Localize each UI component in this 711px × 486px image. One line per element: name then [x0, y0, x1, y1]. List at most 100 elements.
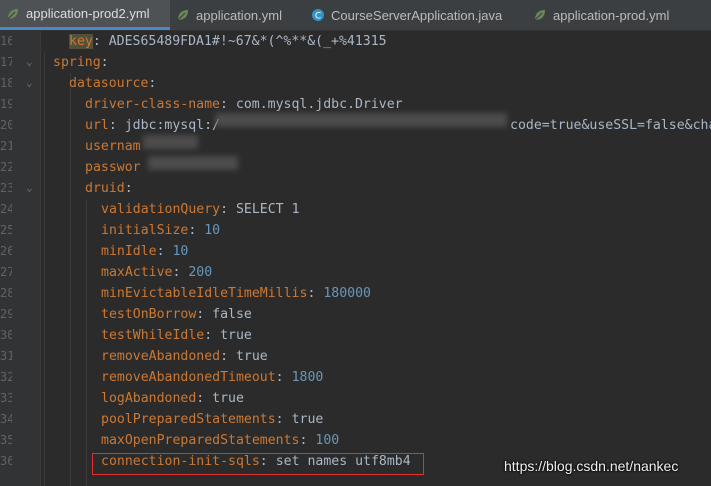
yaml-key: usernam: [85, 139, 141, 154]
redacted-password: [148, 156, 238, 170]
code-line: 18 datasource:: [0, 73, 711, 94]
tab-course-server-application[interactable]: C CourseServerApplication.java: [305, 0, 527, 30]
yaml-key: logAbandoned: [101, 391, 197, 406]
yaml-value: 200: [180, 265, 213, 280]
watermark: https://blog.csdn.net/nankec: [504, 458, 679, 474]
code-line: 30 testWhileIdle: true: [0, 325, 711, 346]
tab-label: application-prod2.yml: [26, 6, 150, 21]
line-number: 19: [0, 97, 12, 111]
code-line: 29 testOnBorrow: false: [0, 304, 711, 325]
yaml-colon: :: [156, 244, 165, 259]
yml-leaf-icon: [177, 10, 188, 21]
line-number: 22: [0, 160, 12, 174]
line-number: 35: [0, 433, 12, 447]
tab-application[interactable]: application.yml: [170, 0, 305, 30]
svg-text:C: C: [315, 12, 321, 22]
yaml-key: maxOpenPreparedStatements: [101, 433, 300, 448]
yaml-value: true: [212, 328, 252, 343]
fold-marker-icon[interactable]: ⌄: [26, 181, 33, 194]
line-number: 26: [0, 244, 12, 258]
line-number: 23: [0, 181, 12, 195]
yaml-value: SELECT 1: [228, 202, 300, 217]
yaml-key: key: [69, 34, 93, 49]
yaml-key: removeAbandoned: [101, 349, 221, 364]
yaml-value: true: [283, 412, 324, 427]
code-line: 19 driver-class-name: com.mysql.jdbc.Driv…: [0, 94, 711, 115]
line-number: 18: [0, 76, 12, 90]
yaml-key: datasource: [69, 76, 149, 91]
spring-class-icon: C: [312, 9, 324, 22]
yaml-value: 1800: [283, 370, 324, 385]
yaml-key: poolPreparedStatements: [101, 412, 276, 427]
yaml-value: 180000: [315, 286, 371, 301]
code-line: 34 poolPreparedStatements: true: [0, 409, 711, 430]
code-line: 16 key: ADES65489FDA1#!~67&*(^%**&(_+%413…: [0, 31, 711, 52]
line-number: 20: [0, 118, 12, 132]
line-number: 34: [0, 412, 12, 426]
yaml-colon: :: [204, 328, 213, 343]
fold-marker-icon[interactable]: ⌄: [26, 76, 33, 89]
line-number: 27: [0, 265, 12, 279]
line-number: 32: [0, 370, 12, 384]
yaml-colon: :: [219, 97, 228, 112]
yaml-value: true: [228, 349, 268, 364]
yaml-key: minEvictableIdleTimeMillis: [101, 286, 308, 301]
yaml-value: 10: [196, 223, 221, 238]
line-number: 29: [0, 307, 12, 321]
yaml-value: true: [204, 391, 244, 406]
yaml-colon: :: [220, 349, 229, 364]
yaml-value: 100: [307, 433, 340, 448]
code-editor[interactable]: 16 key: ADES65489FDA1#!~67&*(^%**&(_+%413…: [0, 31, 711, 486]
code-line: 25 initialSize: 10: [0, 220, 711, 241]
code-line: 17 spring:: [0, 52, 711, 73]
tab-label: application-prod.yml: [553, 7, 670, 23]
yaml-key: testWhileIdle: [101, 328, 205, 343]
yaml-key: minIdle: [101, 244, 157, 259]
tab-application-prod[interactable]: application-prod.yml: [527, 0, 711, 30]
yaml-colon: :: [275, 370, 284, 385]
code-line: 23 druid:: [0, 178, 711, 199]
line-number: 24: [0, 202, 12, 216]
code-line: 26 minIdle: 10: [0, 241, 711, 262]
code-line: 33 logAbandoned: true: [0, 388, 711, 409]
yaml-value: com.mysql.jdbc.Driver: [227, 97, 403, 112]
yaml-value: false: [204, 307, 252, 322]
yaml-key: testOnBorrow: [101, 307, 197, 322]
yaml-key: initialSize: [101, 223, 189, 238]
code-line: 27 maxActive: 200: [0, 262, 711, 283]
yaml-colon: :: [108, 118, 117, 133]
code-line: 32 removeAbandonedTimeout: 1800: [0, 367, 711, 388]
line-number: 21: [0, 139, 12, 153]
yaml-colon: :: [275, 412, 284, 427]
yaml-value-tail: code=true&useSSL=false&cha: [510, 118, 711, 133]
line-number: 36: [0, 454, 12, 468]
yml-leaf-icon: [534, 10, 545, 21]
code-line: 31 removeAbandoned: true: [0, 346, 711, 367]
yaml-value: ADES65489FDA1#!~67&*(^%**&(_+%41315: [100, 34, 387, 49]
yaml-colon: :: [124, 181, 133, 196]
yaml-key: spring: [53, 55, 101, 70]
line-number: 28: [0, 286, 12, 300]
yaml-key: passwor: [85, 160, 141, 175]
redacted-url: [215, 113, 507, 127]
yaml-value: jdbc:mysql:/: [116, 118, 220, 133]
tab-label: CourseServerApplication.java: [331, 7, 503, 23]
fold-marker-icon[interactable]: ⌄: [26, 55, 33, 68]
line-number: 30: [0, 328, 12, 342]
line-number: 17: [0, 55, 12, 69]
yaml-key: driver-class-name: [85, 97, 220, 112]
line-number: 31: [0, 349, 12, 363]
yaml-colon: :: [220, 202, 229, 217]
code-line: 24 validationQuery: SELECT 1: [0, 199, 711, 220]
line-number: 25: [0, 223, 12, 237]
tab-application-prod2[interactable]: application-prod2.yml: [0, 0, 170, 30]
line-number: 16: [0, 34, 12, 48]
tab-label: application.yml: [196, 7, 282, 23]
yaml-key: removeAbandonedTimeout: [101, 370, 276, 385]
yaml-colon: :: [92, 34, 101, 49]
yaml-key: maxActive: [101, 265, 173, 280]
highlight-box: [92, 453, 424, 475]
yaml-key: druid: [85, 181, 125, 196]
yaml-colon: :: [100, 55, 109, 70]
editor-tab-bar: application-prod2.yml application.yml C …: [0, 0, 711, 31]
